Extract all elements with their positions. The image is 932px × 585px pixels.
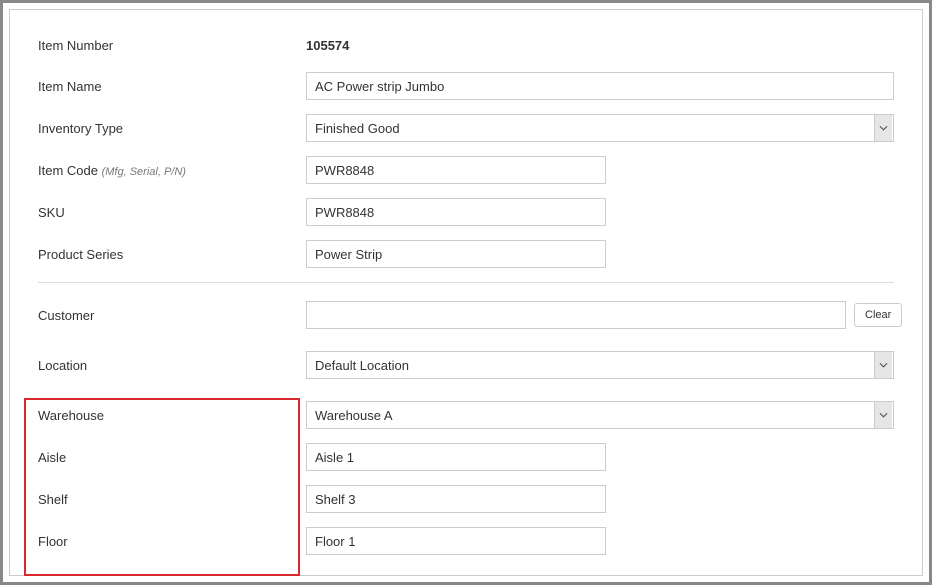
input-item-name[interactable] [306,72,894,100]
label-aisle: Aisle [38,450,306,465]
label-product-series: Product Series [38,247,306,262]
label-item-number: Item Number [38,38,306,53]
value-item-number: 105574 [306,38,349,53]
label-item-code-text: Item Code [38,163,98,178]
label-item-code: Item Code (Mfg, Serial, P/N) [38,163,306,178]
input-aisle[interactable] [306,443,606,471]
row-floor: Floor [38,527,894,555]
label-customer: Customer [38,308,306,323]
row-sku: SKU [38,198,894,226]
label-shelf: Shelf [38,492,306,507]
row-item-code: Item Code (Mfg, Serial, P/N) [38,156,894,184]
section-divider [38,282,894,283]
select-location[interactable]: Default Location [306,351,894,379]
row-aisle: Aisle [38,443,894,471]
input-item-code[interactable] [306,156,606,184]
chevron-down-icon [874,402,892,428]
chevron-down-icon [874,352,892,378]
row-product-series: Product Series [38,240,894,268]
select-inventory-type-value: Finished Good [315,121,874,136]
form-panel: Item Number 105574 Item Name Inventory T… [9,9,923,576]
input-sku[interactable] [306,198,606,226]
row-shelf: Shelf [38,485,894,513]
clear-button[interactable]: Clear [854,303,902,327]
row-inventory-type: Inventory Type Finished Good [38,114,894,142]
label-item-code-hint: (Mfg, Serial, P/N) [102,166,186,178]
row-item-number: Item Number 105574 [38,32,894,58]
window-frame: Item Number 105574 Item Name Inventory T… [0,0,932,585]
select-inventory-type[interactable]: Finished Good [306,114,894,142]
row-item-name: Item Name [38,72,894,100]
label-location: Location [38,358,306,373]
label-warehouse: Warehouse [38,408,306,423]
row-location: Location Default Location [38,351,894,379]
input-floor[interactable] [306,527,606,555]
label-floor: Floor [38,534,306,549]
label-item-name: Item Name [38,79,306,94]
row-customer: Customer Clear [38,301,894,329]
input-shelf[interactable] [306,485,606,513]
select-warehouse[interactable]: Warehouse A [306,401,894,429]
select-location-value: Default Location [315,358,874,373]
input-product-series[interactable] [306,240,606,268]
input-customer[interactable] [306,301,846,329]
label-sku: SKU [38,205,306,220]
row-warehouse: Warehouse Warehouse A [38,401,894,429]
chevron-down-icon [874,115,892,141]
select-warehouse-value: Warehouse A [315,408,874,423]
label-inventory-type: Inventory Type [38,121,306,136]
